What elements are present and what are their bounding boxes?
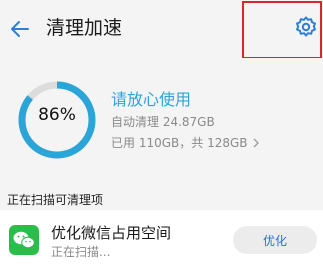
storage-summary: 86% 请放心使用 自动清理 24.87GB 已用 110GB，共 128GB: [0, 58, 323, 174]
auto-cleaned-text: 自动清理 24.87GB: [111, 115, 215, 129]
storage-usage-link[interactable]: 已用 110GB，共 128GB: [111, 134, 260, 151]
section-label: 正在扫描可清理项: [7, 193, 104, 207]
settings-highlight-box: [242, 1, 322, 59]
list-item: 优化微信占用空间 正在扫描... 优化: [0, 210, 323, 279]
chevron-right-icon: [253, 138, 259, 147]
item-title: 优化微信占用空间: [51, 224, 172, 242]
storage-usage-text: 已用 110GB，共 128GB: [111, 136, 248, 150]
item-subtitle: 正在扫描...: [51, 245, 111, 259]
top-bar: 清理加速: [0, 0, 323, 59]
storage-status: 请放心使用: [111, 90, 192, 109]
back-arrow-icon[interactable]: [8, 17, 32, 41]
scan-section-header: 正在扫描可清理项: [0, 188, 323, 210]
page-title: 清理加速: [46, 17, 123, 39]
optimize-button[interactable]: 优化: [233, 226, 317, 254]
storage-percent: 86%: [38, 105, 76, 125]
wechat-icon: [9, 225, 39, 255]
